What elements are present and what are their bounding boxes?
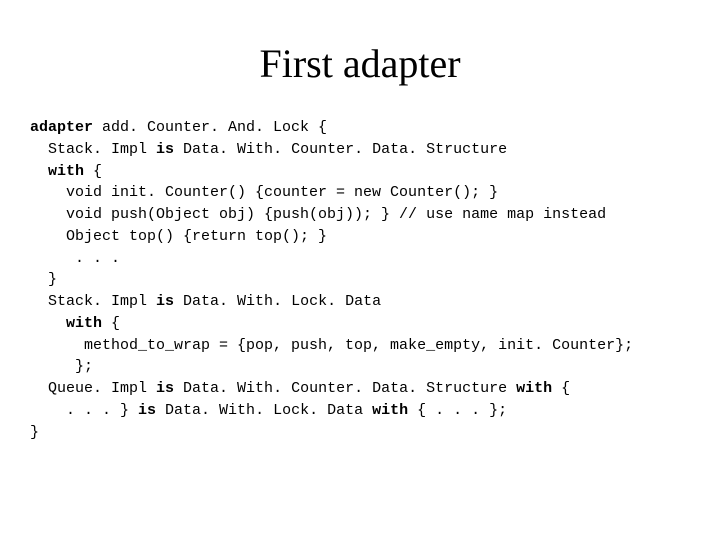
code-text: method_to_wrap = {pop, push, top, make_e… bbox=[30, 337, 633, 354]
code-text: }; bbox=[30, 358, 93, 375]
code-kw-with: with bbox=[516, 380, 552, 397]
code-kw-is: is bbox=[156, 380, 174, 397]
code-text: void init. Counter() {counter = new Coun… bbox=[30, 184, 498, 201]
code-text: Object top() {return top(); } bbox=[30, 228, 327, 245]
code-kw-adapter: adapter bbox=[30, 119, 93, 136]
code-text: Data. With. Counter. Data. Structure bbox=[174, 380, 516, 397]
code-text: Queue. Impl bbox=[30, 380, 156, 397]
code-text: } bbox=[30, 424, 39, 441]
code-text: add. Counter. And. Lock { bbox=[93, 119, 327, 136]
code-kw-with: with bbox=[372, 402, 408, 419]
code-kw-is: is bbox=[156, 141, 174, 158]
code-text bbox=[30, 315, 66, 332]
code-text: { bbox=[102, 315, 120, 332]
code-text: Data. With. Lock. Data bbox=[174, 293, 381, 310]
code-text: Data. With. Counter. Data. Structure bbox=[174, 141, 507, 158]
code-text: Stack. Impl bbox=[30, 141, 156, 158]
slide: First adapter adapter add. Counter. And.… bbox=[0, 0, 720, 540]
code-text: { bbox=[552, 380, 570, 397]
code-text: Data. With. Lock. Data bbox=[156, 402, 372, 419]
code-text bbox=[30, 163, 48, 180]
code-kw-is: is bbox=[156, 293, 174, 310]
slide-title: First adapter bbox=[0, 0, 720, 117]
code-kw-with: with bbox=[48, 163, 84, 180]
code-kw-with: with bbox=[66, 315, 102, 332]
code-text: void push(Object obj) {push(obj)); } // … bbox=[30, 206, 606, 223]
code-text: . . . } bbox=[30, 402, 138, 419]
code-text: Stack. Impl bbox=[30, 293, 156, 310]
code-text: . . . bbox=[30, 250, 120, 267]
code-text: { bbox=[84, 163, 102, 180]
code-text: } bbox=[30, 271, 57, 288]
code-kw-is: is bbox=[138, 402, 156, 419]
code-block: adapter add. Counter. And. Lock { Stack.… bbox=[0, 117, 720, 443]
code-text: { . . . }; bbox=[408, 402, 507, 419]
